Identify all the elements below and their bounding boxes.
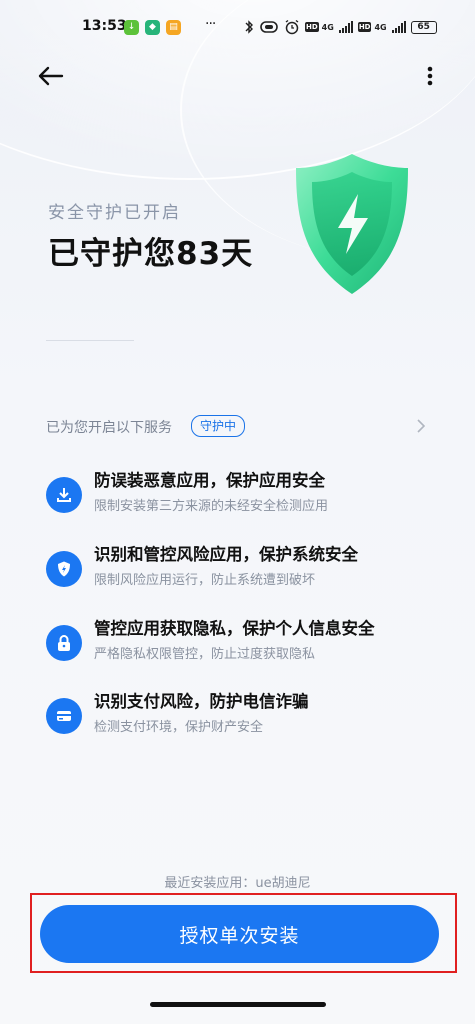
authorize-install-button[interactable]: 授权单次安装 bbox=[40, 905, 439, 963]
network-label: 4G bbox=[374, 22, 387, 32]
service-item: 管控应用获取隐私，保护个人信息安全 严格隐私权限管控，防止过度获取隐私 bbox=[46, 611, 446, 671]
card-icon bbox=[46, 698, 82, 734]
screen: 13:53 ↓ ◆ ▤ ··· HD 4G HD 4G 65 安全守护已开启 已… bbox=[0, 0, 475, 1024]
services-header[interactable]: 已为您开启以下服务 守护中 bbox=[46, 414, 436, 440]
more-options-button[interactable] bbox=[420, 62, 440, 90]
service-description: 限制风险应用运行，防止系统遭到破坏 bbox=[94, 573, 316, 588]
back-arrow-icon bbox=[38, 66, 64, 86]
service-title: 识别和管控风险应用，保护系统安全 bbox=[94, 545, 358, 564]
network-label: 4G bbox=[321, 22, 334, 32]
status-badge: 守护中 bbox=[191, 415, 246, 437]
signal-icon bbox=[338, 21, 353, 33]
battery-icon: 65 bbox=[410, 20, 437, 34]
status-bar: 13:53 ↓ ◆ ▤ ··· HD 4G HD 4G 65 bbox=[0, 14, 475, 42]
download-app-icon: ↓ bbox=[124, 20, 139, 35]
service-title: 防误装恶意应用，保护应用安全 bbox=[94, 471, 325, 490]
notes-app-icon: ▤ bbox=[166, 20, 181, 35]
more-notifications-icon: ··· bbox=[205, 16, 216, 32]
alarm-icon bbox=[285, 19, 299, 35]
service-item: 识别和管控风险应用，保护系统安全 限制风险应用运行，防止系统遭到破坏 bbox=[46, 537, 446, 597]
service-title: 管控应用获取隐私，保护个人信息安全 bbox=[94, 619, 375, 638]
bluetooth-icon bbox=[245, 20, 253, 34]
service-item: 防误装恶意应用，保护应用安全 限制安装第三方来源的未经安全检测应用 bbox=[46, 463, 446, 523]
service-description: 严格隐私权限管控，防止过度获取隐私 bbox=[94, 647, 316, 662]
hd-badge: HD bbox=[357, 22, 372, 32]
chevron-right-icon bbox=[417, 419, 426, 433]
service-description: 限制安装第三方来源的未经安全检测应用 bbox=[94, 499, 329, 514]
service-description: 检测支付环境，保护财产安全 bbox=[94, 720, 264, 735]
divider bbox=[46, 340, 134, 341]
service-item: 识别支付风险，防护电信诈骗 检测支付环境，保护财产安全 bbox=[46, 684, 446, 744]
recent-install-text: 最近安装应用：ue胡迪尼 bbox=[164, 876, 311, 891]
highlight-box: 授权单次安装 bbox=[30, 893, 457, 973]
lock-icon bbox=[46, 625, 82, 661]
system-icons: HD 4G HD 4G 65 bbox=[244, 18, 437, 36]
protection-status-subtitle: 安全守护已开启 bbox=[48, 203, 181, 223]
status-time: 13:53 bbox=[82, 18, 127, 34]
vibrate-icon bbox=[260, 21, 278, 33]
download-icon bbox=[46, 477, 82, 513]
service-title: 识别支付风险，防护电信诈骗 bbox=[94, 692, 309, 711]
security-app-icon: ◆ bbox=[145, 20, 160, 35]
services-label: 已为您开启以下服务 bbox=[46, 420, 172, 436]
protection-days-title: 已守护您83天 bbox=[48, 236, 254, 272]
shield-lightning-icon bbox=[296, 154, 408, 294]
back-button[interactable] bbox=[34, 60, 66, 92]
home-indicator[interactable] bbox=[150, 1002, 326, 1007]
hd-badge: HD bbox=[305, 22, 319, 32]
signal-icon bbox=[391, 21, 406, 33]
shield-icon bbox=[46, 551, 82, 587]
more-vertical-icon bbox=[427, 66, 433, 86]
